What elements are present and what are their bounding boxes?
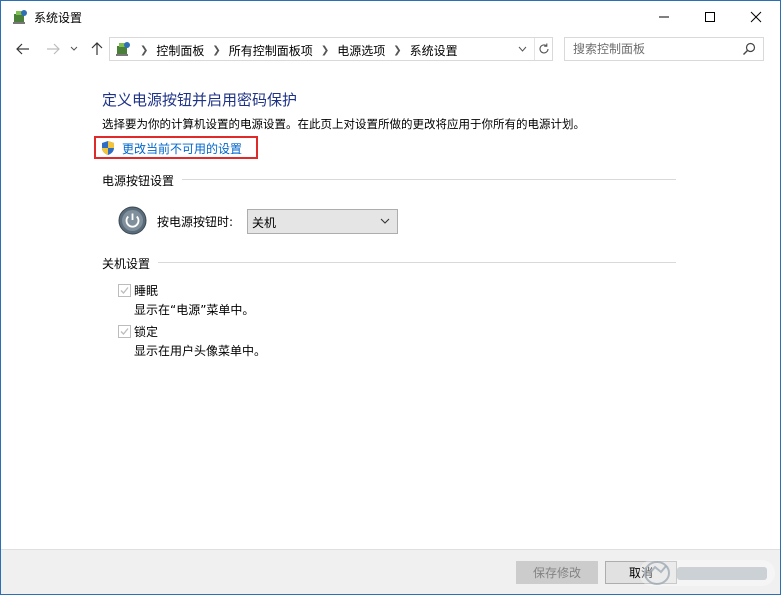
chevron-right-icon[interactable]: ❯ [393, 45, 401, 56]
change-unavailable-settings-link[interactable]: 更改当前不可用的设置 [122, 140, 242, 157]
chevron-down-icon [518, 46, 526, 52]
up-button[interactable] [87, 39, 107, 59]
refresh-button[interactable] [534, 38, 552, 60]
navigation-bar: ❯ 控制面板 ❯ 所有控制面板项 ❯ 电源选项 ❯ 系统设置 [1, 35, 780, 63]
lock-checkbox[interactable] [118, 325, 131, 338]
back-arrow-icon [16, 43, 29, 55]
chevron-right-icon[interactable]: ❯ [321, 45, 329, 56]
checkmark-icon [120, 287, 129, 294]
control-panel-icon [116, 42, 130, 56]
up-arrow-icon [91, 42, 103, 55]
checkmark-icon [120, 328, 129, 335]
breadcrumb-item-system-settings[interactable]: 系统设置 [410, 42, 458, 59]
section-divider [182, 179, 676, 180]
lock-description: 显示在用户头像菜单中。 [134, 344, 267, 358]
breadcrumb-item-all-items[interactable]: 所有控制面板项 [229, 42, 313, 59]
minimize-button[interactable] [641, 1, 687, 32]
back-button[interactable] [13, 39, 33, 59]
select-value: 关机 [252, 216, 277, 230]
site-watermark-logo [639, 560, 775, 586]
address-bar[interactable]: ❯ 控制面板 ❯ 所有控制面板项 ❯ 电源选项 ❯ 系统设置 [109, 37, 553, 61]
forward-arrow-icon [47, 43, 60, 55]
uac-shield-icon [102, 141, 114, 155]
power-button-section-title: 电源按钮设置 [102, 174, 175, 188]
section-divider [158, 262, 676, 263]
recent-locations-button[interactable] [67, 39, 81, 59]
breadcrumb-item-control-panel[interactable]: 控制面板 [156, 42, 204, 59]
minimize-icon [659, 16, 669, 17]
chevron-right-icon[interactable]: ❯ [212, 45, 220, 56]
breadcrumb-item-power-options[interactable]: 电源选项 [337, 42, 385, 59]
lock-label: 锁定 [134, 325, 159, 339]
save-changes-button[interactable]: 保存修改 [516, 561, 598, 584]
page-description: 选择要为你的计算机设置的电源设置。在此页上对设置所做的更改将应用于你所有的电源计… [102, 117, 585, 131]
chevron-down-icon [380, 218, 390, 224]
sleep-label: 睡眠 [134, 284, 159, 298]
power-options-icon [13, 10, 27, 24]
sleep-checkbox[interactable] [118, 284, 131, 297]
search-box[interactable] [564, 37, 764, 61]
power-button-icon [118, 206, 147, 235]
sleep-description: 显示在“电源”菜单中。 [134, 303, 255, 317]
chevron-down-icon [70, 46, 78, 51]
power-button-action-select[interactable]: 关机 [247, 209, 398, 234]
refresh-icon [539, 43, 549, 54]
address-dropdown-button[interactable] [514, 41, 530, 57]
system-settings-window: 系统设置 ❯ 控制面板 ❯ 所有控制面板项 ❯ 电源选项 ❯ 系统设置 搜索控制… [0, 0, 781, 595]
chevron-right-icon[interactable]: ❯ [140, 45, 148, 56]
shutdown-section-title: 关机设置 [102, 257, 151, 271]
search-input[interactable] [565, 38, 735, 60]
title-bar[interactable]: 系统设置 [1, 1, 780, 32]
breadcrumb: ❯ 控制面板 ❯ 所有控制面板项 ❯ 电源选项 ❯ 系统设置 [138, 42, 458, 59]
window-title: 系统设置 [34, 11, 83, 25]
maximize-icon [705, 11, 715, 22]
search-icon[interactable] [741, 41, 757, 57]
close-icon [750, 11, 762, 22]
forward-button[interactable] [43, 39, 63, 59]
maximize-button[interactable] [687, 1, 733, 32]
page-title: 定义电源按钮并启用密码保护 [102, 91, 298, 109]
close-button[interactable] [733, 1, 779, 32]
power-button-label: 按电源按钮时: [157, 215, 234, 229]
